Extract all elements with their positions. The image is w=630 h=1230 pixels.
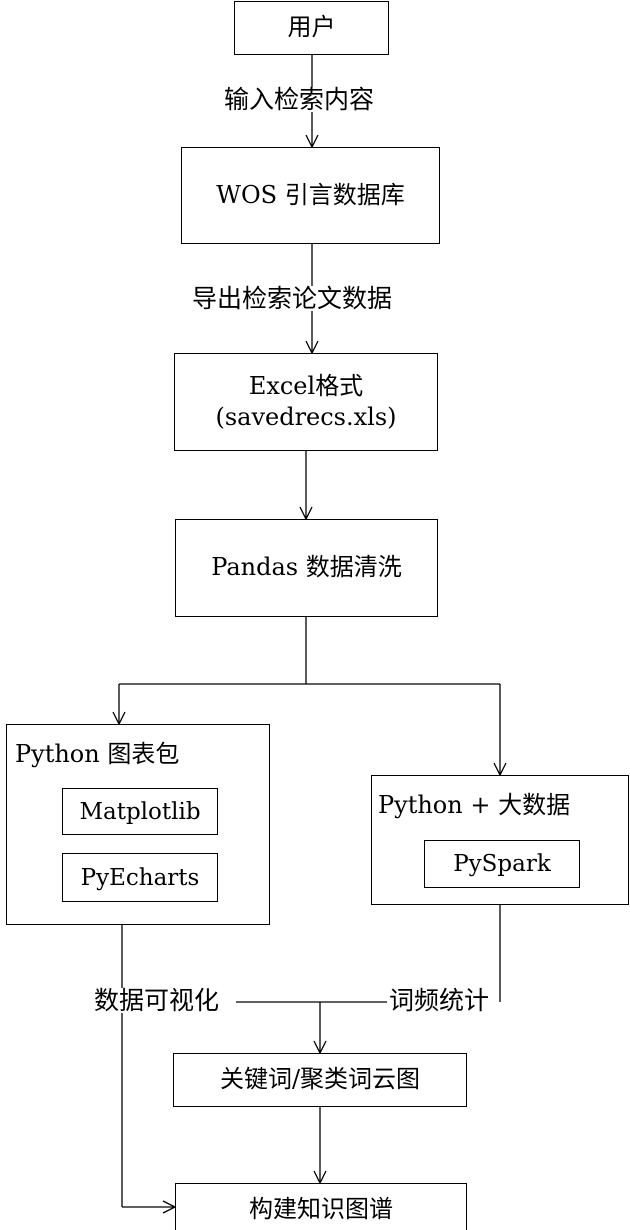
node-pyecharts-label: PyEcharts bbox=[80, 864, 200, 891]
group-python-bigdata: Python + 大数据 PySpark bbox=[371, 775, 629, 905]
edge-label-export-papers: 导出检索论文数据 bbox=[190, 284, 395, 313]
node-pyecharts: PyEcharts bbox=[62, 853, 218, 902]
node-knowledge-graph: 构建知识图谱 bbox=[175, 1183, 467, 1230]
group-python-charts: Python 图表包 Matplotlib PyEcharts bbox=[6, 724, 270, 925]
node-user: 用户 bbox=[234, 1, 389, 55]
node-excel: Excel格式 (savedrecs.xls) bbox=[174, 353, 438, 451]
node-pyspark: PySpark bbox=[424, 840, 580, 888]
node-wordcloud-label: 关键词/聚类词云图 bbox=[219, 1065, 421, 1094]
node-wos-label: WOS 引言数据库 bbox=[216, 180, 405, 209]
flowchart: 用户 WOS 引言数据库 Excel格式 (savedrecs.xls) Pan… bbox=[0, 0, 630, 1230]
node-excel-label-2: (savedrecs.xls) bbox=[215, 403, 397, 431]
edge-label-input-search: 输入检索内容 bbox=[222, 85, 377, 114]
node-wos: WOS 引言数据库 bbox=[181, 147, 440, 244]
group-python-bigdata-title: Python + 大数据 bbox=[378, 791, 571, 819]
node-pyspark-label: PySpark bbox=[453, 851, 551, 877]
node-knowledge-graph-label: 构建知识图谱 bbox=[249, 1195, 393, 1224]
node-matplotlib: Matplotlib bbox=[62, 788, 218, 835]
edge-label-word-freq: 词频统计 bbox=[387, 986, 492, 1015]
edge-label-visualization: 数据可视化 bbox=[92, 986, 222, 1015]
node-excel-label-1: Excel格式 bbox=[248, 371, 364, 400]
node-pandas: Pandas 数据清洗 bbox=[175, 519, 438, 617]
node-matplotlib-label: Matplotlib bbox=[79, 798, 201, 825]
node-pandas-label: Pandas 数据清洗 bbox=[211, 553, 402, 582]
group-python-charts-title: Python 图表包 bbox=[15, 740, 180, 768]
node-wordcloud: 关键词/聚类词云图 bbox=[173, 1053, 467, 1107]
node-user-label: 用户 bbox=[287, 13, 336, 42]
